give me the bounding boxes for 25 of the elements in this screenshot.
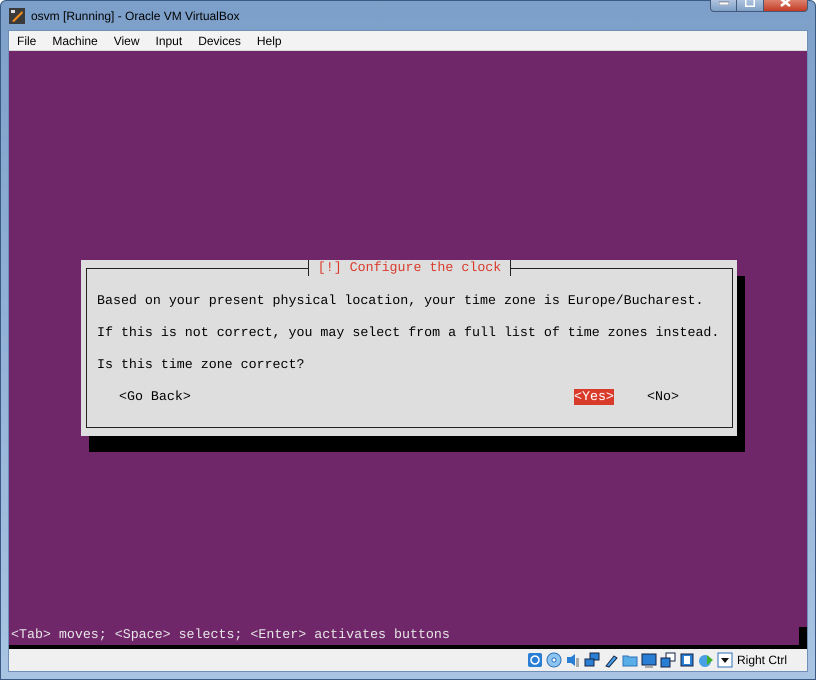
help-line: <Tab> moves; <Space> selects; <Enter> activates buttons — [10, 627, 450, 644]
app-icon — [9, 8, 25, 24]
menu-item[interactable]: Devices — [190, 32, 249, 50]
menu-item[interactable]: Input — [148, 32, 190, 50]
host-key-label: Right Ctrl — [736, 652, 787, 669]
network-icon[interactable] — [584, 652, 600, 668]
dialog-button[interactable]: <Yes> — [574, 389, 614, 405]
dialog-button[interactable]: <Go Back> — [119, 389, 191, 405]
monitor-icon[interactable] — [640, 652, 657, 668]
dialog-text: Based on your present physical location, your time zone is Europe/Bucharest. — [97, 293, 704, 309]
menu-item[interactable]: File — [9, 32, 44, 50]
menu-item[interactable]: View — [106, 32, 148, 50]
menu-item[interactable]: Help — [248, 32, 290, 50]
dialog-button[interactable]: <No> — [647, 389, 679, 405]
minimize-icon — [718, 0, 728, 4]
speaker-icon[interactable] — [564, 652, 581, 668]
dialog-title: [!] Configure the clock — [308, 260, 512, 276]
optical-disc-icon[interactable] — [546, 652, 562, 668]
dialog-text: If this is not correct, you may select from a full list of time zones instead. — [97, 325, 720, 341]
maximize-icon — [745, 0, 755, 7]
dialog-text: Is this time zone correct? — [97, 357, 306, 373]
window-title: osvm [Running] - Oracle VM VirtualBox — [31, 8, 240, 24]
menu-item[interactable]: Machine — [44, 32, 106, 50]
close-icon — [780, 0, 791, 7]
screen-margin-right — [799, 627, 807, 645]
